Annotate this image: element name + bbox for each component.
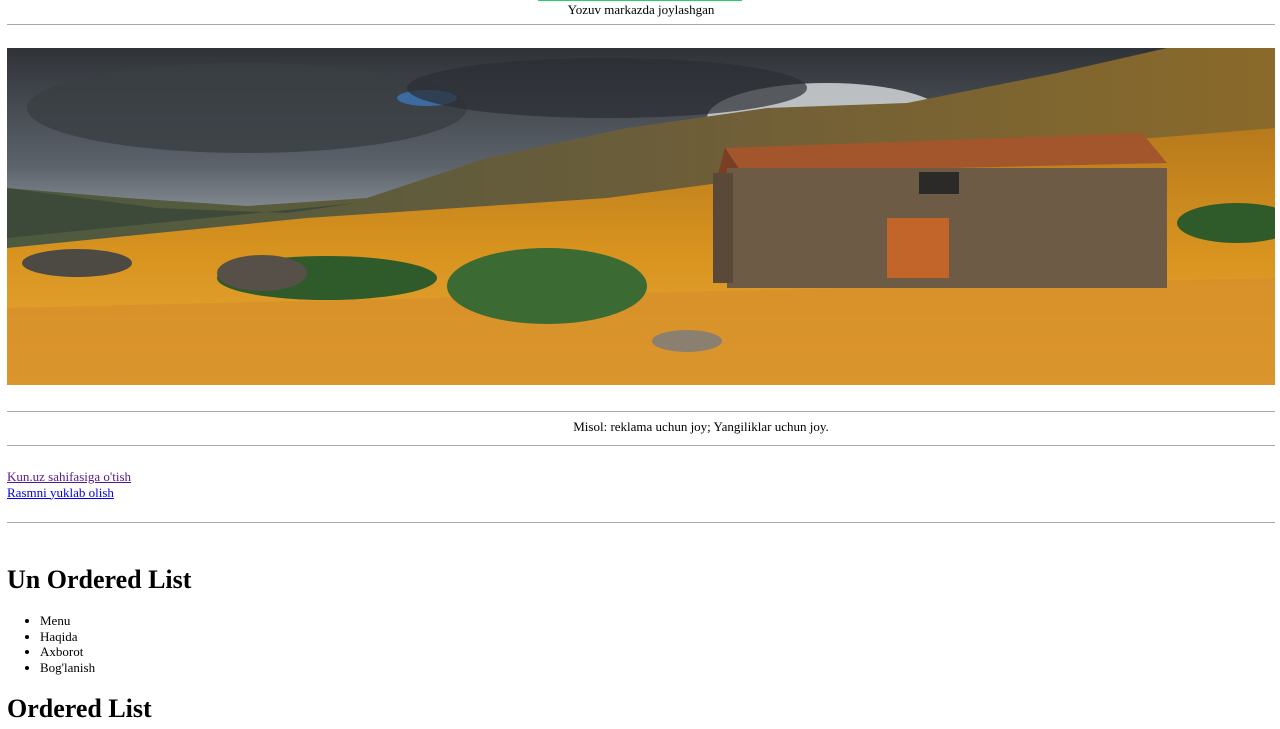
divider bbox=[7, 445, 1275, 446]
hero-image bbox=[7, 48, 1275, 385]
download-image-link[interactable]: Rasmni yuklab olish bbox=[7, 485, 131, 501]
kun-uz-link[interactable]: Kun.uz sahifasiga o'tish bbox=[7, 469, 131, 485]
landscape-photo-icon bbox=[7, 48, 1275, 385]
center-caption: Yozuv markazda joylashgan bbox=[567, 2, 715, 17]
unordered-list-heading: Un Ordered List bbox=[7, 565, 192, 594]
divider bbox=[7, 411, 1275, 412]
divider bbox=[7, 24, 1275, 25]
list-item: Bog'lanish bbox=[40, 660, 95, 676]
ad-placeholder-text: Misol: reklama uchun joy; Yangiliklar uc… bbox=[573, 419, 829, 434]
top-accent-bar bbox=[538, 0, 742, 1]
ordered-list-heading: Ordered List bbox=[7, 694, 152, 723]
unordered-list: Menu Haqida Axborot Bog'lanish bbox=[7, 613, 95, 675]
divider bbox=[7, 522, 1275, 523]
links-block: Kun.uz sahifasiga o'tish Rasmni yuklab o… bbox=[7, 469, 131, 500]
list-item: Menu bbox=[40, 613, 95, 629]
list-item: Haqida bbox=[40, 629, 95, 645]
list-item: Axborot bbox=[40, 644, 95, 660]
